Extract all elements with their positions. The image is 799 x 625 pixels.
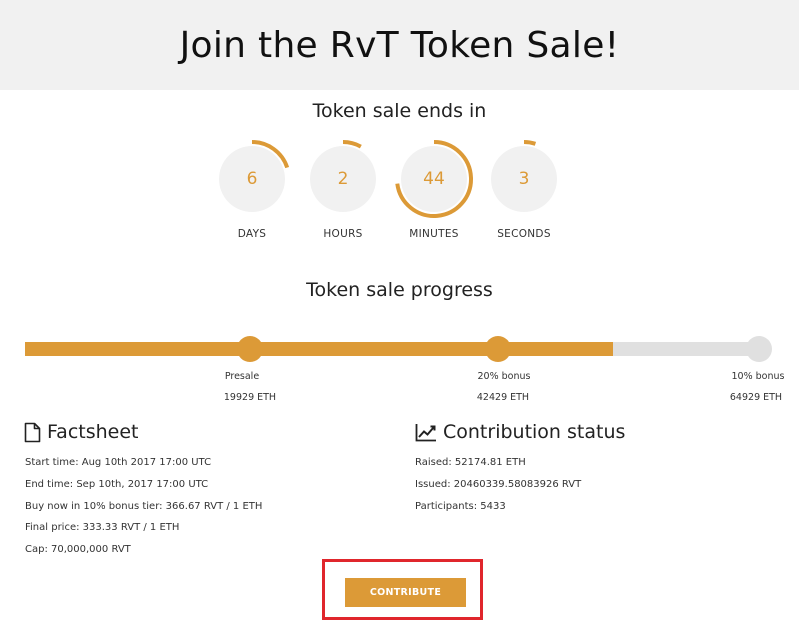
- days-value: 6: [246, 169, 258, 189]
- factsheet-heading: Factsheet: [24, 421, 139, 443]
- factsheet-cap: Cap: 70,000,000 RVT: [25, 544, 131, 555]
- milestone-10-bonus-marker: [746, 336, 772, 362]
- contribution-heading: Contribution status: [415, 421, 625, 443]
- milestone-presale-amount: 19929 ETH: [223, 392, 277, 403]
- timer-seconds: 3 SECONDS: [484, 135, 564, 240]
- milestone-presale-marker: [237, 336, 263, 362]
- token-sale-page: Join the RvT Token Sale! Token sale ends…: [0, 0, 799, 625]
- seconds-value: 3: [518, 169, 530, 189]
- milestone-20-bonus-name: 20% bonus: [477, 371, 531, 382]
- hours-label: HOURS: [323, 228, 363, 240]
- timer-minutes: 44 MINUTES: [394, 135, 474, 240]
- seconds-label: SECONDS: [497, 228, 551, 240]
- milestone-20-bonus-amount: 42429 ETH: [476, 392, 530, 403]
- minutes-value: 44: [423, 169, 445, 189]
- timer-days: 6 DAYS: [212, 135, 292, 240]
- factsheet-start-time: Start time: Aug 10th 2017 17:00 UTC: [25, 457, 212, 468]
- minutes-label: MINUTES: [409, 228, 459, 240]
- progress-title: Token sale progress: [306, 279, 493, 301]
- contribute-button[interactable]: CONTRIBUTE: [345, 578, 466, 607]
- countdown-title: Token sale ends in: [312, 100, 487, 122]
- milestone-presale-name: Presale: [224, 371, 260, 382]
- milestone-10-bonus-name: 10% bonus: [731, 371, 785, 382]
- hours-value: 2: [337, 169, 349, 189]
- document-icon: [24, 422, 41, 442]
- contribution-issued: Issued: 20460339.58083926 RVT: [415, 479, 582, 490]
- timer-hours: 2 HOURS: [303, 135, 383, 240]
- factsheet-end-time: End time: Sep 10th, 2017 17:00 UTC: [25, 479, 209, 490]
- contribution-raised: Raised: 52174.81 ETH: [415, 457, 526, 468]
- milestone-10-bonus-amount: 64929 ETH: [729, 392, 783, 403]
- factsheet-final-price: Final price: 333.33 RVT / 1 ETH: [25, 522, 180, 533]
- factsheet-title: Factsheet: [47, 421, 139, 443]
- sale-progress-bar: [25, 342, 760, 356]
- line-chart-icon: [415, 423, 436, 441]
- page-header: Join the RvT Token Sale!: [0, 0, 799, 90]
- days-label: DAYS: [237, 228, 267, 240]
- contribution-title: Contribution status: [443, 421, 626, 443]
- page-title: Join the RvT Token Sale!: [179, 24, 620, 66]
- factsheet-bonus-tier: Buy now in 10% bonus tier: 366.67 RVT / …: [25, 501, 263, 512]
- sale-progress-fill: [25, 342, 613, 356]
- contribution-participants: Participants: 5433: [415, 501, 506, 512]
- milestone-20-bonus-marker: [485, 336, 511, 362]
